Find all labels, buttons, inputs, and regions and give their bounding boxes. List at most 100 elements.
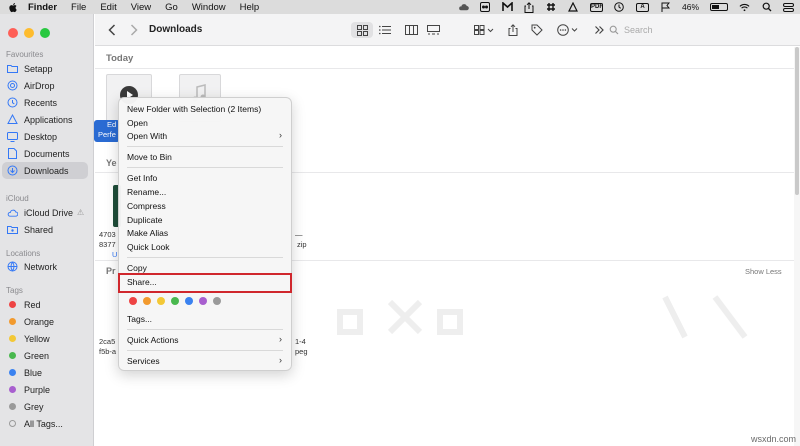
close-window-button[interactable] bbox=[8, 28, 18, 38]
grid-icon bbox=[356, 24, 368, 36]
menu-window[interactable]: Window bbox=[192, 2, 226, 13]
sidebar-item-label: Blue bbox=[24, 367, 43, 378]
sidebar-item-label: All Tags... bbox=[24, 418, 63, 429]
input-a-icon[interactable]: A bbox=[635, 2, 649, 12]
pdf-icon[interactable]: PDF bbox=[589, 2, 603, 12]
sidebar-tag-yellow[interactable]: Yellow bbox=[2, 330, 88, 347]
show-less-link[interactable]: Show Less bbox=[745, 267, 782, 276]
menu-view[interactable]: View bbox=[131, 2, 151, 13]
sidebar-tag-red[interactable]: Red bbox=[2, 296, 88, 313]
group-button[interactable] bbox=[471, 22, 497, 38]
back-button[interactable] bbox=[105, 22, 119, 38]
cloud-icon[interactable] bbox=[458, 2, 469, 12]
expand-toolbar-button[interactable] bbox=[591, 22, 607, 38]
tag-color-green[interactable] bbox=[171, 297, 179, 305]
scrollbar-thumb[interactable] bbox=[795, 47, 799, 195]
clock-icon[interactable] bbox=[614, 2, 625, 12]
menu-item-copy[interactable]: Copy bbox=[127, 263, 147, 273]
tag-color-blue[interactable] bbox=[185, 297, 193, 305]
sidebar-tag-green[interactable]: Green bbox=[2, 347, 88, 364]
meet-icon[interactable] bbox=[568, 2, 579, 12]
flag-icon[interactable] bbox=[660, 2, 671, 12]
gallery-view-button[interactable] bbox=[423, 22, 443, 38]
share-button[interactable] bbox=[505, 22, 521, 38]
chevron-right-icon: › bbox=[279, 334, 282, 344]
menu-help[interactable]: Help bbox=[240, 2, 260, 13]
sidebar-item-setapp[interactable]: Setapp bbox=[2, 60, 88, 77]
menu-separator bbox=[127, 329, 283, 330]
menu-item-quick-actions[interactable]: Quick Actions bbox=[127, 335, 179, 345]
search-icon[interactable] bbox=[761, 2, 772, 12]
wifi-icon[interactable] bbox=[739, 2, 750, 12]
teams-icon[interactable] bbox=[480, 2, 491, 12]
tag-color-grey[interactable] bbox=[213, 297, 221, 305]
list-icon bbox=[379, 25, 391, 35]
forward-button[interactable] bbox=[127, 22, 141, 38]
scrollbar[interactable] bbox=[794, 47, 800, 446]
menu-item-move-to-bin[interactable]: Move to Bin bbox=[127, 152, 172, 162]
menu-separator bbox=[127, 167, 283, 168]
tags-section-label: Tags bbox=[6, 286, 23, 295]
menu-file[interactable]: File bbox=[71, 2, 86, 13]
menu-item-duplicate[interactable]: Duplicate bbox=[127, 215, 162, 225]
menu-item-new-folder-with-selection[interactable]: New Folder with Selection (2 Items) bbox=[127, 104, 261, 114]
tag-button[interactable] bbox=[529, 22, 545, 38]
sidebar-item-icloud-drive[interactable]: iCloud Drive ⚠ bbox=[2, 204, 88, 221]
sidebar-tag-grey[interactable]: Grey bbox=[2, 398, 88, 415]
notification-icon[interactable] bbox=[502, 2, 513, 12]
file-name: 4703 bbox=[99, 230, 116, 239]
slack-icon[interactable] bbox=[546, 2, 557, 12]
sidebar-item-shared[interactable]: Shared bbox=[2, 221, 88, 238]
locations-section-label: Locations bbox=[6, 249, 41, 258]
tag-icon bbox=[531, 24, 543, 36]
tag-color-red[interactable] bbox=[129, 297, 137, 305]
tag-color-yellow[interactable] bbox=[157, 297, 165, 305]
share-icon[interactable] bbox=[524, 1, 535, 13]
sidebar-item-label: Setapp bbox=[24, 63, 53, 74]
control-center-icon[interactable] bbox=[783, 2, 794, 12]
sidebar-item-recents[interactable]: Recents bbox=[2, 94, 88, 111]
selected-file-label[interactable]: Ed Perfe bbox=[94, 120, 120, 142]
minimize-window-button[interactable] bbox=[24, 28, 34, 38]
menu-item-open[interactable]: Open bbox=[127, 118, 148, 128]
sidebar-tag-orange[interactable]: Orange bbox=[2, 313, 88, 330]
menu-item-rename[interactable]: Rename... bbox=[127, 187, 166, 197]
more-actions-button[interactable] bbox=[555, 22, 581, 38]
sidebar-all-tags[interactable]: All Tags... bbox=[2, 415, 88, 432]
menu-item-open-with[interactable]: Open With bbox=[127, 131, 285, 141]
column-view-button[interactable] bbox=[401, 22, 421, 38]
menu-go[interactable]: Go bbox=[165, 2, 178, 13]
sidebar-item-network[interactable]: Network bbox=[2, 258, 88, 275]
tag-color-purple[interactable] bbox=[199, 297, 207, 305]
apple-logo-icon[interactable] bbox=[8, 2, 20, 13]
sidebar-item-downloads[interactable]: Downloads bbox=[2, 162, 88, 179]
zoom-window-button[interactable] bbox=[40, 28, 50, 38]
list-view-button[interactable] bbox=[375, 22, 395, 38]
selected-file-name-line2: Perfe bbox=[98, 130, 116, 139]
all-tags-icon bbox=[9, 420, 16, 427]
sidebar-tag-purple[interactable]: Purple bbox=[2, 381, 88, 398]
menu-item-compress[interactable]: Compress bbox=[127, 201, 166, 211]
menu-finder[interactable]: Finder bbox=[28, 2, 57, 13]
cloud-icon bbox=[7, 207, 18, 218]
sidebar-item-desktop[interactable]: Desktop bbox=[2, 128, 88, 145]
battery-icon[interactable] bbox=[710, 3, 728, 11]
sidebar-item-airdrop[interactable]: AirDrop bbox=[2, 77, 88, 94]
sidebar-item-label: Shared bbox=[24, 224, 54, 235]
sidebar-item-applications[interactable]: Applications bbox=[2, 111, 88, 128]
file-name: f5b-a bbox=[99, 347, 117, 356]
network-icon bbox=[7, 261, 18, 272]
menu-item-services[interactable]: Services bbox=[127, 356, 160, 366]
menu-edit[interactable]: Edit bbox=[100, 2, 116, 13]
menu-item-get-info[interactable]: Get Info bbox=[127, 173, 157, 183]
group-icon bbox=[474, 25, 494, 35]
menu-item-quick-look[interactable]: Quick Look bbox=[127, 242, 170, 252]
search-input[interactable]: Search bbox=[609, 22, 709, 38]
sidebar-item-documents[interactable]: Documents bbox=[2, 145, 88, 162]
menu-item-tags[interactable]: Tags... bbox=[127, 314, 152, 324]
icon-view-button[interactable] bbox=[351, 22, 373, 38]
sidebar-tag-blue[interactable]: Blue bbox=[2, 364, 88, 381]
menu-separator bbox=[127, 146, 283, 147]
tag-color-orange[interactable] bbox=[143, 297, 151, 305]
menu-item-make-alias[interactable]: Make Alias bbox=[127, 228, 168, 238]
